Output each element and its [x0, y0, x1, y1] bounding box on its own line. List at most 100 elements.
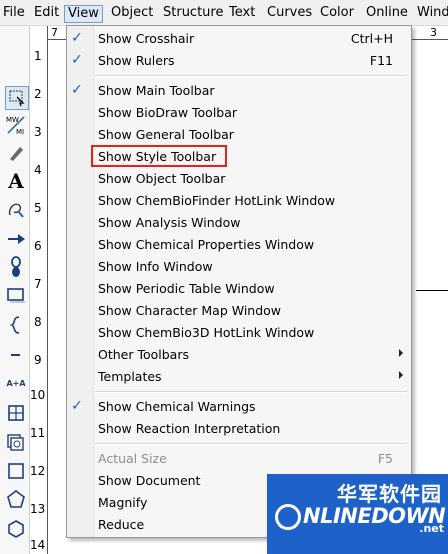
menu-item-shortcut: F5 [377, 451, 393, 466]
menu-item-label: Show Character Map Window [98, 303, 282, 318]
pen-tool-icon[interactable] [5, 198, 27, 220]
menu-view[interactable]: View [64, 5, 103, 23]
menu-item-show-info-window[interactable]: Show Info Window [67, 256, 411, 278]
menu-item-other-toolbars[interactable]: Other Toolbars [67, 344, 411, 366]
ruler-tick: 12 [30, 464, 46, 478]
menu-item-label: Show Info Window [98, 259, 213, 274]
menu-item-label: Actual Size [98, 451, 167, 466]
menu-separator [95, 75, 407, 77]
ruler-tick: 14 [30, 538, 46, 552]
templates-tool-icon[interactable] [5, 432, 27, 454]
menu-item-label: Show Main Toolbar [98, 83, 215, 98]
text-tool-icon[interactable]: A [5, 169, 27, 193]
menu-window[interactable]: Wind [417, 5, 448, 21]
brackets-tool-icon[interactable] [5, 314, 27, 336]
watermark-logo: 华军软件园 NLINEDOWN .net [267, 474, 448, 554]
ruler-tick: 3 [34, 125, 42, 139]
menu-item-templates[interactable]: Templates [67, 366, 411, 388]
menu-item-label: Show Chemical Warnings [98, 399, 256, 414]
arrow-tool-icon[interactable] [5, 228, 27, 250]
ruler-tick: 5 [34, 201, 42, 215]
menu-item-label: Show Object Toolbar [98, 171, 226, 186]
menu-item-label: Show Periodic Table Window [98, 281, 275, 296]
reaction-tool-icon[interactable]: A+A [5, 372, 27, 394]
menu-item-show-chemical-properties-window[interactable]: Show Chemical Properties Window [67, 234, 411, 256]
menu-item-label: Other Toolbars [98, 347, 189, 362]
menu-item-label: Show Crosshair [98, 31, 195, 46]
check-icon: ✓ [71, 398, 83, 414]
ruler-tick: 2 [34, 87, 42, 101]
menu-item-label: Show ChemBioFinder HotLink Window [98, 193, 336, 208]
menu-item-label: Show BioDraw Toolbar [98, 105, 238, 120]
ruler-tick: 9 [34, 353, 42, 367]
menu-item-shortcut: Ctrl+H [350, 31, 393, 46]
menu-item-show-object-toolbar[interactable]: Show Object Toolbar [67, 168, 411, 190]
submenu-arrow-icon [399, 371, 403, 379]
check-icon: ✓ [71, 82, 83, 98]
ruler-tick: 8 [34, 315, 42, 329]
menu-item-show-character-map-window[interactable]: Show Character Map Window [67, 300, 411, 322]
highlight-box [91, 145, 227, 167]
ruler-tick: 10 [30, 388, 46, 402]
mw-bottom-label: MI [16, 128, 24, 136]
eraser-tool-icon[interactable] [5, 142, 27, 164]
menu-item-label: Show General Toolbar [98, 127, 234, 142]
menu-structure[interactable]: Structure [163, 5, 223, 21]
menu-separator [95, 443, 407, 445]
menu-item-label: Show Analysis Window [98, 215, 241, 230]
menu-edit[interactable]: Edit [34, 5, 59, 21]
orbital-tool-icon[interactable] [5, 256, 27, 278]
table-tool-icon[interactable] [5, 402, 27, 424]
crosshair-line [416, 290, 448, 291]
menu-item-show-general-toolbar[interactable]: Show General Toolbar [67, 124, 411, 146]
menu-file[interactable]: File [3, 5, 25, 21]
menu-item-show-chembiofinder-hotlink-window[interactable]: Show ChemBioFinder HotLink Window [67, 190, 411, 212]
view-menu: ✓ Show Crosshair Ctrl+H ✓ Show Rulers F1… [66, 25, 412, 538]
menu-item-shortcut: F11 [369, 53, 393, 68]
ruler-tick: 6 [34, 239, 42, 253]
mass-fragmentation-tool-icon[interactable]: MW MI [5, 114, 27, 136]
menu-item-show-chemical-warnings[interactable]: ✓ Show Chemical Warnings [67, 396, 411, 418]
ruler-tick: 13 [30, 502, 46, 516]
menu-item-label: Templates [98, 369, 162, 384]
ruler-tick: 4 [34, 163, 42, 177]
watermark-suffix: .net [419, 522, 444, 535]
menu-curves[interactable]: Curves [267, 5, 312, 21]
ruler-tick: 7 [51, 26, 58, 39]
lasso-select-tool-icon[interactable] [5, 86, 29, 110]
submenu-arrow-icon [399, 349, 403, 357]
menu-item-label: Show Rulers [98, 53, 175, 68]
menu-online[interactable]: Online [366, 5, 408, 21]
hexagon-ring-tool-icon[interactable] [5, 518, 27, 540]
menu-item-show-rulers[interactable]: ✓ Show Rulers F11 [67, 50, 411, 72]
watermark-cn-text: 华军软件园 [337, 482, 442, 506]
menu-object[interactable]: Object [111, 5, 153, 21]
square-ring-tool-icon[interactable] [5, 460, 27, 482]
chemical-symbols-tool-icon[interactable] [5, 344, 27, 366]
menu-item-show-crosshair[interactable]: ✓ Show Crosshair Ctrl+H [67, 28, 411, 50]
menu-item-show-main-toolbar[interactable]: ✓ Show Main Toolbar [67, 80, 411, 102]
watermark-o-icon [275, 504, 301, 530]
menu-item-show-reaction-interpretation[interactable]: Show Reaction Interpretation [67, 418, 411, 440]
drawing-elements-tool-icon[interactable] [5, 284, 27, 306]
pentagon-ring-tool-icon[interactable] [5, 488, 27, 510]
menu-item-show-chembio3d-hotlink-window[interactable]: Show ChemBio3D HotLink Window [67, 322, 411, 344]
menu-item-show-biodraw-toolbar[interactable]: Show BioDraw Toolbar [67, 102, 411, 124]
menu-item-show-analysis-window[interactable]: Show Analysis Window [67, 212, 411, 234]
menu-text[interactable]: Text [229, 5, 255, 21]
menu-item-label: Show Chemical Properties Window [98, 237, 315, 252]
ruler-tick: 11 [30, 426, 46, 440]
ruler-tick: 1 [34, 49, 42, 63]
menu-item-label: Show Document [98, 473, 201, 488]
ruler-tick: 7 [34, 277, 42, 291]
check-icon: ✓ [71, 30, 83, 46]
menu-color[interactable]: Color [320, 5, 354, 21]
menu-item-label: Reduce [98, 517, 145, 532]
menu-bar: File Edit View Object Structure Text Cur… [0, 0, 448, 26]
tool-palette: MW MI A A+A [0, 26, 30, 554]
menu-item-label: Show ChemBio3D HotLink Window [98, 325, 315, 340]
menu-item-show-periodic-table-window[interactable]: Show Periodic Table Window [67, 278, 411, 300]
check-icon: ✓ [71, 52, 83, 68]
mw-top-label: MW [6, 116, 19, 124]
menu-separator [95, 391, 407, 393]
